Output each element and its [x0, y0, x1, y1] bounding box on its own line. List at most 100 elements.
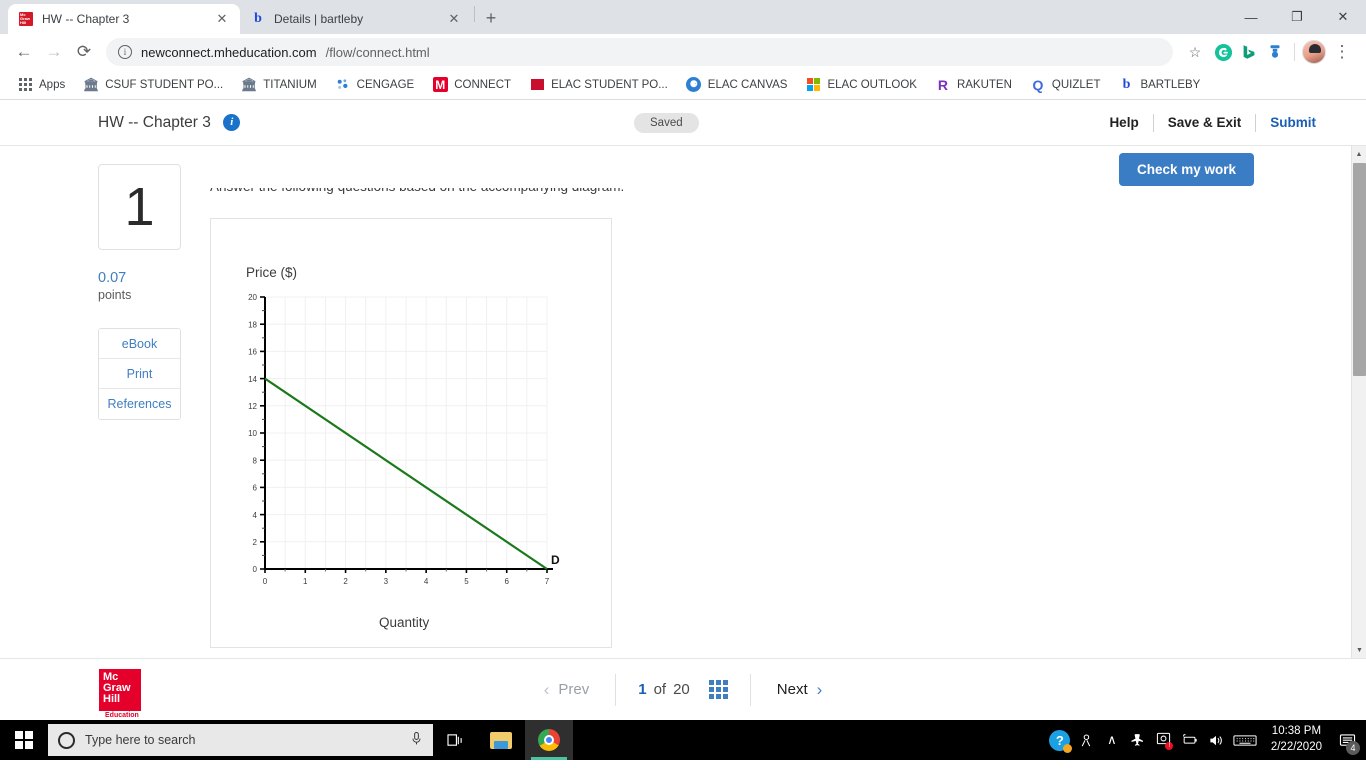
- assignment-body: 1 0.07 points eBook Print References Che…: [0, 146, 1366, 658]
- airplane-mode-icon[interactable]: [1125, 720, 1151, 760]
- grammarly-icon[interactable]: [1211, 40, 1235, 64]
- bookmark-label: ELAC CANVAS: [707, 78, 788, 91]
- notification-count: 4: [1346, 741, 1360, 755]
- keyboard-icon[interactable]: [1229, 720, 1261, 760]
- bookmark-elac-student-portal[interactable]: ELAC STUDENT PO...: [522, 74, 675, 96]
- taskbar-clock[interactable]: 10:38 PM 2/22/2020: [1261, 724, 1332, 755]
- people-icon[interactable]: [1073, 720, 1099, 760]
- references-button[interactable]: References: [99, 389, 180, 419]
- bookmark-star-icon[interactable]: ☆: [1181, 38, 1209, 66]
- browser-tab-inactive[interactable]: b Details | bartleby ✕: [240, 4, 472, 34]
- bookmark-csuf-student-portal[interactable]: 🏛 CSUF STUDENT PO...: [76, 74, 230, 96]
- bookmarks-bar: Apps 🏛 CSUF STUDENT PO... 🏛 TITANIUM CEN…: [0, 70, 1366, 100]
- scroll-up-icon[interactable]: ▲: [1352, 146, 1366, 162]
- question-prompt: Answer the following questions based on …: [210, 188, 1254, 194]
- bing-icon[interactable]: [1237, 40, 1261, 64]
- bookmark-label: QUIZLET: [1051, 78, 1101, 91]
- bookmark-apps[interactable]: Apps: [10, 74, 72, 96]
- url-host: newconnect.mheducation.com: [141, 44, 317, 60]
- svg-text:20: 20: [248, 293, 257, 302]
- bartleby-b-icon: b: [254, 11, 262, 26]
- toolbar-divider: [1294, 43, 1295, 61]
- print-button[interactable]: Print: [99, 359, 180, 389]
- maximize-button[interactable]: ❐: [1274, 0, 1320, 34]
- bookmark-label: RAKUTEN: [956, 78, 1012, 91]
- bookmark-label: BARTLEBY: [1140, 78, 1201, 91]
- submit-button[interactable]: Submit: [1256, 115, 1330, 130]
- bookmark-label: CSUF STUDENT PO...: [105, 78, 224, 91]
- svg-text:14: 14: [248, 375, 257, 384]
- scrollbar-thumb[interactable]: [1353, 163, 1366, 376]
- bank-icon: 🏛: [82, 76, 100, 92]
- battery-icon[interactable]: [1177, 720, 1203, 760]
- bookmark-elac-canvas[interactable]: ⚈ ELAC CANVAS: [679, 74, 795, 96]
- content-scrollbar[interactable]: ▲ ▼: [1351, 146, 1366, 658]
- close-icon[interactable]: ✕: [446, 11, 462, 27]
- extension-icon[interactable]: [1263, 40, 1287, 64]
- search-input[interactable]: Type here to search: [48, 724, 433, 756]
- close-window-button[interactable]: ✕: [1320, 0, 1366, 34]
- security-icon[interactable]: !: [1151, 720, 1177, 760]
- new-tab-button[interactable]: +: [477, 4, 505, 32]
- reload-icon[interactable]: ⟳: [70, 38, 98, 66]
- svg-text:2: 2: [253, 538, 258, 547]
- bookmark-elac-outlook[interactable]: ELAC OUTLOOK: [798, 74, 923, 96]
- google-chrome-icon[interactable]: [525, 720, 573, 760]
- bookmark-titanium[interactable]: 🏛 TITANIUM: [234, 74, 323, 96]
- bookmark-label: Apps: [39, 78, 66, 91]
- file-explorer-icon[interactable]: [477, 720, 525, 760]
- bookmark-label: CONNECT: [454, 78, 512, 91]
- demand-chart-card: Price ($) 0 2 4 6 8 10 12 14 16 18 20 0 1 2 3 4 5 6 7 Quan…: [210, 218, 612, 648]
- show-hidden-icons-icon[interactable]: ∧: [1099, 720, 1125, 760]
- volume-icon[interactable]: [1203, 720, 1229, 760]
- help-icon[interactable]: ?: [1047, 720, 1073, 760]
- minimize-button[interactable]: —: [1228, 0, 1274, 34]
- profile-avatar[interactable]: [1302, 40, 1326, 64]
- back-icon[interactable]: ←: [10, 38, 38, 66]
- notification-center-icon[interactable]: 4: [1332, 720, 1362, 760]
- windows-taskbar: Type here to search ? ∧ ! 10:38 PM 2/22/…: [0, 720, 1366, 760]
- task-view-icon[interactable]: [433, 720, 477, 760]
- close-icon[interactable]: ✕: [214, 11, 230, 27]
- header-actions: Help Save & Exit Submit: [1095, 113, 1330, 132]
- current-page: 1: [638, 681, 647, 698]
- bookmark-quizlet[interactable]: Q QUIZLET: [1023, 74, 1108, 96]
- scroll-down-icon[interactable]: ▼: [1352, 642, 1366, 658]
- info-icon[interactable]: i: [223, 113, 241, 131]
- save-and-exit-button[interactable]: Save & Exit: [1154, 115, 1256, 130]
- mcgraw-hill-icon: Mc Graw Hill: [18, 11, 34, 27]
- browser-tab-active[interactable]: Mc Graw Hill HW -- Chapter 3 ✕: [8, 4, 240, 34]
- bookmark-bartleby[interactable]: b BARTLEBY: [1111, 74, 1207, 96]
- bookmark-label: TITANIUM: [263, 78, 317, 91]
- svg-text:3: 3: [384, 577, 389, 586]
- x-axis-title: Quantity: [379, 615, 430, 630]
- ebook-button[interactable]: eBook: [99, 329, 180, 359]
- search-placeholder: Type here to search: [85, 733, 196, 747]
- check-my-work-button[interactable]: Check my work: [1118, 153, 1254, 186]
- resource-buttons: eBook Print References: [98, 328, 181, 420]
- chevron-left-icon: ‹: [543, 679, 550, 699]
- bookmark-label: CENGAGE: [356, 78, 415, 91]
- address-bar[interactable]: i newconnect.mheducation.com/flow/connec…: [106, 38, 1173, 66]
- mcgraw-hill-logo: Mc Graw Hill Education: [99, 668, 141, 720]
- svg-text:4: 4: [424, 577, 429, 586]
- of-label: of: [653, 681, 667, 698]
- site-info-icon[interactable]: i: [118, 45, 132, 59]
- help-button[interactable]: Help: [1095, 115, 1152, 130]
- svg-text:0: 0: [253, 565, 258, 574]
- next-button[interactable]: Next ›: [751, 680, 849, 700]
- status-badge: Saved: [634, 113, 699, 133]
- page-title: HW -- Chapter 3: [98, 113, 211, 131]
- bookmark-rakuten[interactable]: R RAKUTEN: [928, 74, 1019, 96]
- bookmark-cengage[interactable]: CENGAGE: [328, 74, 422, 96]
- prev-button[interactable]: ‹ Prev: [518, 680, 616, 700]
- forward-icon[interactable]: →: [40, 38, 68, 66]
- question-number: 1: [98, 164, 181, 250]
- bookmark-connect[interactable]: M CONNECT: [425, 74, 518, 96]
- question-grid-icon[interactable]: [708, 680, 728, 699]
- brand-line-3: Hill: [103, 692, 121, 705]
- clock-time: 10:38 PM: [1271, 725, 1322, 738]
- chrome-menu-icon[interactable]: ⋮: [1328, 38, 1356, 66]
- microphone-icon[interactable]: [410, 731, 423, 749]
- start-button[interactable]: [0, 720, 48, 760]
